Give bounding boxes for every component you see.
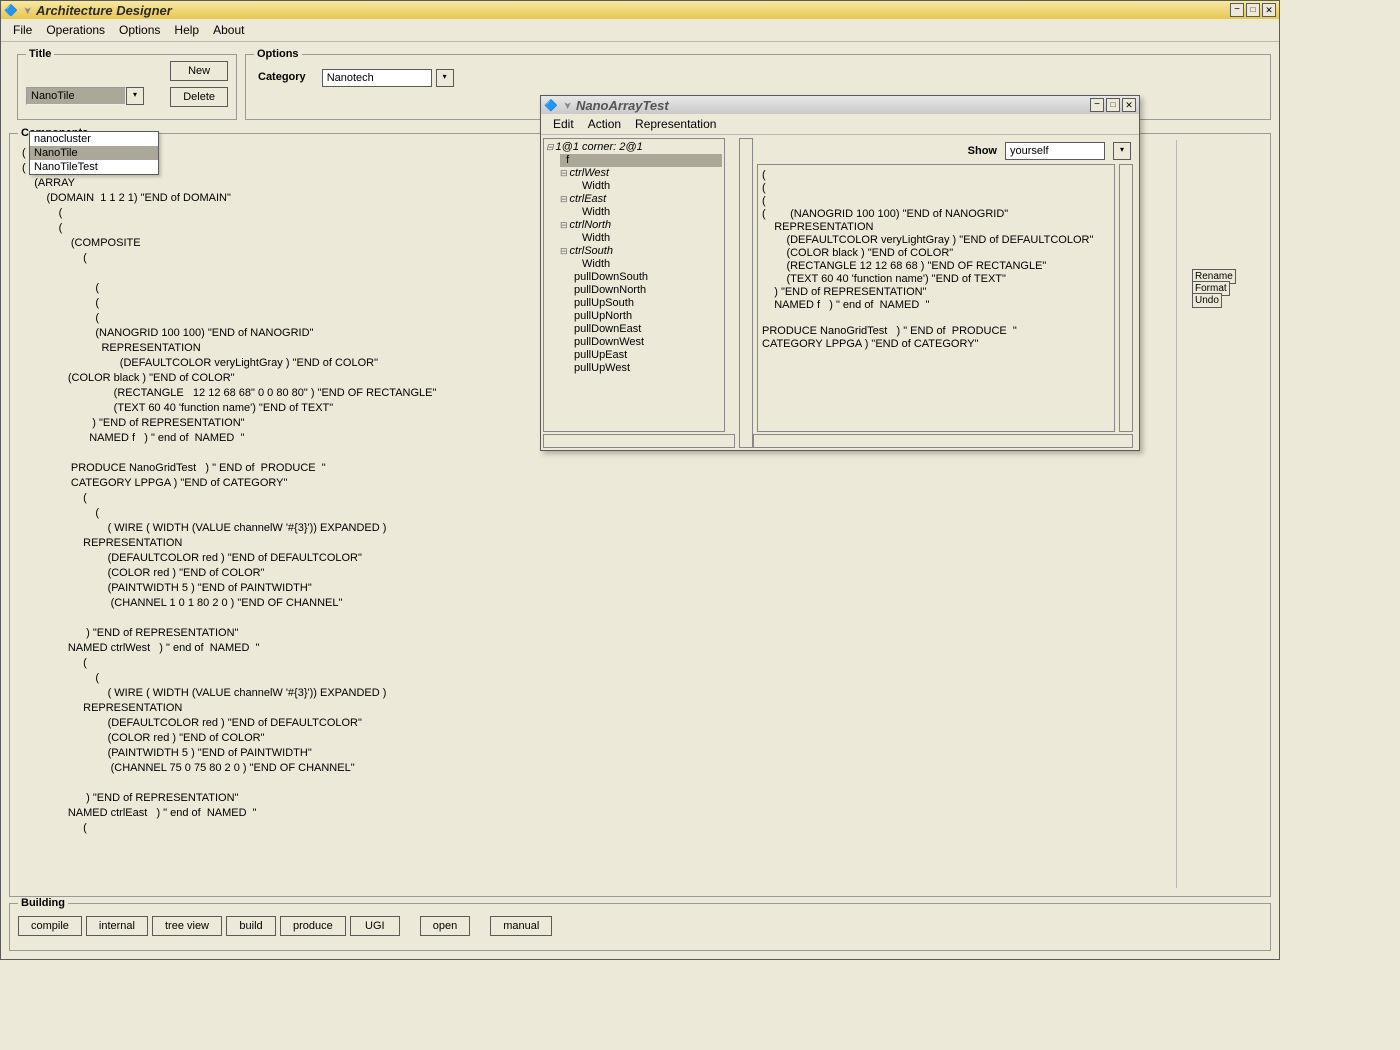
dropdown-item-nanotile[interactable]: NanoTile: [30, 146, 158, 160]
menu-operations[interactable]: Operations: [46, 23, 105, 37]
sub-close-button[interactable]: [1122, 98, 1136, 112]
build-button[interactable]: build: [226, 916, 276, 936]
tree-node[interactable]: pullDownEast: [574, 323, 722, 336]
sub-title: NanoArrayTest: [576, 98, 1088, 113]
tree-node[interactable]: ctrlEast: [560, 193, 722, 206]
dropdown-item-nanocluster[interactable]: nanocluster: [30, 132, 158, 146]
pin-icon[interactable]: [20, 3, 34, 17]
sub-menubar: Edit Action Representation: [541, 114, 1139, 135]
dropdown-item-nanotiletest[interactable]: NanoTileTest: [30, 160, 158, 174]
tree-node[interactable]: ctrlSouth: [560, 245, 722, 258]
tree-node[interactable]: pullDownSouth: [574, 271, 722, 284]
code-scrollbar[interactable]: [1176, 140, 1192, 888]
title-legend: Title: [26, 48, 54, 60]
title-dropdown-button[interactable]: ▾: [126, 87, 144, 105]
menu-options[interactable]: Options: [119, 23, 160, 37]
side-button-column: Rename Format Undo: [1192, 140, 1262, 888]
tree-node[interactable]: pullDownNorth: [574, 284, 722, 297]
ugi-button[interactable]: UGI: [350, 916, 400, 936]
tree-node[interactable]: pullUpNorth: [574, 310, 722, 323]
internal-button[interactable]: internal: [86, 916, 148, 936]
tree-node[interactable]: pullUpWest: [574, 362, 722, 375]
main-min-button[interactable]: [1230, 3, 1244, 17]
title-dropdown-list: nanocluster NanoTile NanoTileTest: [29, 131, 159, 175]
new-button[interactable]: New: [170, 61, 228, 81]
main-max-button[interactable]: [1246, 3, 1260, 17]
tree-node[interactable]: ctrlWest: [560, 167, 722, 180]
tree-node[interactable]: pullDownWest: [574, 336, 722, 349]
tree-node[interactable]: pullUpEast: [574, 349, 722, 362]
sub-min-button[interactable]: [1090, 98, 1104, 112]
tree-node[interactable]: pullUpSouth: [574, 297, 722, 310]
detail-vscroll[interactable]: [1119, 164, 1133, 432]
undo-button[interactable]: Undo: [1192, 293, 1222, 308]
tree-root[interactable]: 1@1 corner: 2@1: [556, 141, 643, 153]
category-select[interactable]: Nanotech: [322, 69, 432, 87]
tree-child[interactable]: Width: [582, 258, 722, 271]
delete-button[interactable]: Delete: [170, 87, 228, 107]
show-dropdown-button[interactable]: ▾: [1113, 142, 1131, 160]
tree-hscroll[interactable]: [543, 434, 735, 448]
title-select[interactable]: NanoTile: [26, 87, 126, 105]
sub-menu-edit[interactable]: Edit: [553, 117, 574, 131]
title-fieldset: Title NanoTile ▾ New Delete: [17, 54, 237, 120]
tree-node[interactable]: ctrlNorth: [560, 219, 722, 232]
main-title: Architecture Designer: [36, 3, 1228, 18]
tree-child[interactable]: Width: [582, 180, 722, 193]
main-titlebar: 🔷 Architecture Designer: [1, 1, 1279, 19]
tree-child[interactable]: Width: [582, 232, 722, 245]
show-label: Show: [968, 145, 997, 157]
building-legend: Building: [18, 897, 68, 909]
menu-help[interactable]: Help: [174, 23, 199, 37]
tree-vscroll[interactable]: [739, 138, 753, 448]
detail-pane[interactable]: ( ( ( ( (NANOGRID 100 100) "END of NANOG…: [757, 164, 1115, 432]
tree-child[interactable]: Width: [582, 206, 722, 219]
sub-menu-representation[interactable]: Representation: [635, 117, 716, 131]
category-dropdown-button[interactable]: ▾: [436, 69, 454, 87]
sub-titlebar[interactable]: 🔷 NanoArrayTest: [541, 96, 1139, 114]
produce-button[interactable]: produce: [280, 916, 346, 936]
options-legend: Options: [254, 48, 302, 60]
open-button[interactable]: open: [420, 916, 470, 936]
treeview-button[interactable]: tree view: [152, 916, 222, 936]
compile-button[interactable]: compile: [18, 916, 82, 936]
sub-max-button[interactable]: [1106, 98, 1120, 112]
sub-app-icon: 🔷: [544, 98, 558, 112]
manual-button[interactable]: manual: [490, 916, 552, 936]
sub-pin-icon[interactable]: [560, 98, 574, 112]
main-close-button[interactable]: [1262, 3, 1276, 17]
building-fieldset: Building compile internal tree view buil…: [9, 903, 1271, 951]
sub-menu-action[interactable]: Action: [588, 117, 621, 131]
tree-selected[interactable]: f: [560, 154, 722, 167]
main-menubar: File Operations Options Help About: [1, 19, 1279, 42]
show-select[interactable]: yourself: [1005, 142, 1105, 160]
detail-hscroll[interactable]: [753, 434, 1133, 448]
category-label: Category: [258, 71, 306, 83]
menu-about[interactable]: About: [213, 23, 244, 37]
app-icon: 🔷: [4, 3, 18, 17]
tree-pane[interactable]: 1@1 corner: 2@1 f ctrlWestWidthctrlEastW…: [543, 138, 725, 432]
sub-window: 🔷 NanoArrayTest Edit Action Representati…: [540, 95, 1140, 451]
menu-file[interactable]: File: [13, 23, 32, 37]
